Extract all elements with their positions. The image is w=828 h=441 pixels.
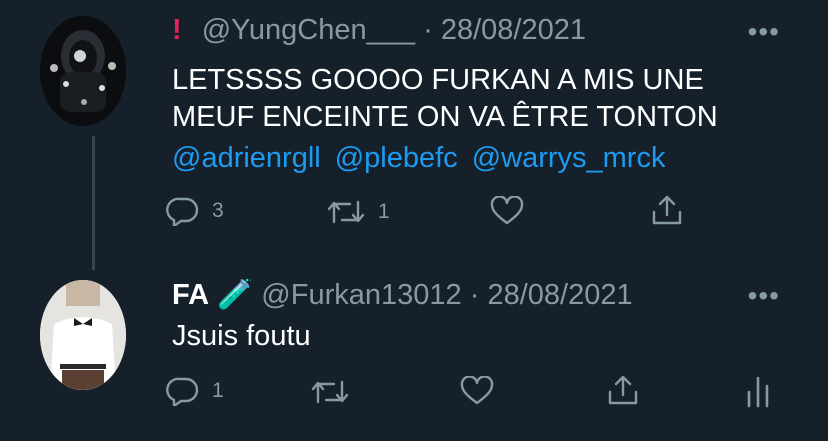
retweet-icon xyxy=(327,200,365,224)
analytics-button[interactable] xyxy=(744,374,772,408)
reply-button[interactable]: 3 xyxy=(166,196,224,226)
test-tube-emoji: 🧪 xyxy=(217,279,254,311)
more-options-button[interactable]: ••• xyxy=(748,282,780,310)
separator: · xyxy=(469,279,480,311)
like-button[interactable] xyxy=(490,196,524,226)
reply-count: 1 xyxy=(212,379,224,402)
timestamp[interactable]: 28/08/2021 xyxy=(487,279,632,311)
share-button[interactable] xyxy=(606,374,640,406)
reply-count: 3 xyxy=(212,199,224,222)
retweet-icon xyxy=(311,380,349,404)
tweet-text: LETSSSS GOOOO FURKAN A MIS UNE MEUF ENCE… xyxy=(172,62,718,136)
retweet-button[interactable]: 1 xyxy=(326,198,390,226)
avatar-yungchen[interactable] xyxy=(40,16,126,126)
mentions: @adrienrgll @plebefc @warrys_mrck xyxy=(172,142,679,175)
timestamp[interactable]: 28/08/2021 xyxy=(441,14,586,46)
tweet-text: Jsuis foutu xyxy=(172,320,311,352)
reply-icon xyxy=(166,377,199,406)
tweet-text-line: MEUF ENCEINTE ON VA ÊTRE TONTON xyxy=(172,101,718,133)
more-options-button[interactable]: ••• xyxy=(748,18,780,46)
tweet-text-line: LETSSSS GOOOO FURKAN A MIS UNE xyxy=(172,64,704,96)
retweet-count: 1 xyxy=(378,200,390,223)
mention-link[interactable]: @warrys_mrck xyxy=(472,142,666,174)
share-icon xyxy=(652,195,682,225)
avatar-furkan[interactable] xyxy=(40,280,126,390)
share-icon xyxy=(608,375,638,405)
retweet-button[interactable] xyxy=(310,378,350,406)
tweet-header: FA 🧪 @Furkan13012 · 28/08/2021 xyxy=(172,278,633,312)
warning-icon: ! xyxy=(172,14,182,46)
tweet-header: ! @YungChen___ · 28/08/2021 xyxy=(172,14,586,47)
mention-link[interactable]: @plebefc xyxy=(335,142,458,174)
mention-link[interactable]: @adrienrgll xyxy=(172,142,321,174)
like-button[interactable] xyxy=(460,376,494,406)
reply-icon xyxy=(166,197,199,226)
heart-icon xyxy=(460,376,494,405)
share-button[interactable] xyxy=(650,194,684,226)
heart-icon xyxy=(490,196,524,225)
separator: · xyxy=(423,14,433,46)
display-name[interactable]: FA xyxy=(172,279,209,311)
thread-line xyxy=(92,136,95,270)
username[interactable]: @Furkan13012 xyxy=(261,279,461,311)
username[interactable]: @YungChen___ xyxy=(202,14,415,46)
reply-button[interactable]: 1 xyxy=(166,376,224,406)
analytics-icon xyxy=(747,376,769,408)
